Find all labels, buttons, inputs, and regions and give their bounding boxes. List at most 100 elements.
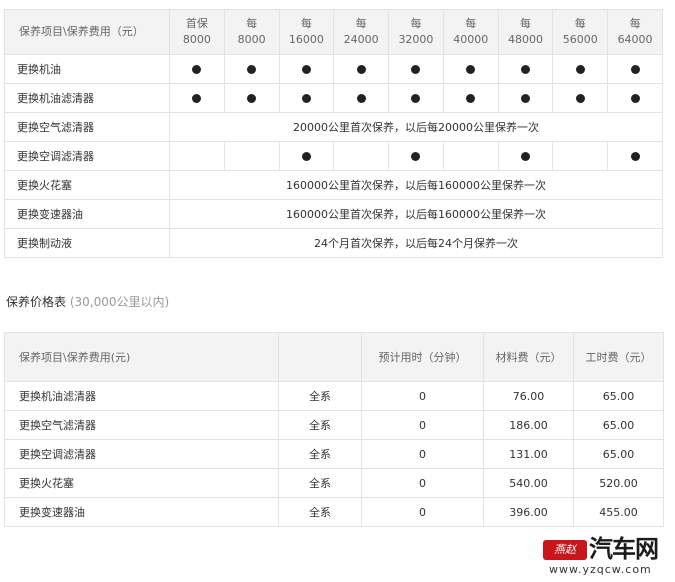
maintenance-dot-icon [630,152,640,161]
site-watermark: 燕赵 汽车网 www.yzqcw.com [543,536,669,578]
schedule-header-col-1: 每 8000 [223,9,280,55]
watermark-seal: 燕赵 [543,540,587,560]
schedule-header-col-3: 每 24000 [333,9,390,55]
schedule-cell [607,141,663,171]
maintenance-dot-icon [356,65,366,74]
price-row: 更换机油滤清器 全系 0 76.00 65.00 [4,381,664,411]
schedule-cell [497,141,554,171]
schedule-note: 160000公里首次保养，以后每160000公里保养一次 [169,199,663,229]
maintenance-dot-icon [411,94,421,103]
schedule-cell [223,54,280,84]
maintenance-dot-icon [356,94,366,103]
schedule-row: 更换空调滤清器 [4,141,663,171]
maintenance-dot-icon [247,94,257,103]
price-table: 保养项目\保养费用(元) 预计用时（分钟） 材料费（元） 工时费（元） 更换机油… [4,332,664,527]
schedule-header-row: 保养项目\保养费用（元） 首保 8000 每 8000 每 16000 每 24000 … [4,9,663,55]
schedule-cell [552,141,609,171]
price-scope: 全系 [278,381,362,411]
col-header-bottom: 56000 [562,33,598,46]
schedule-cell [223,141,280,171]
maintenance-dot-icon [411,65,421,74]
schedule-cell [223,83,280,113]
schedule-row: 更换空气滤清器 20000公里首次保养，以后每20000公里保养一次 [4,112,663,142]
price-header-project: 保养项目\保养费用(元) [4,332,279,382]
schedule-cell [497,54,554,84]
maintenance-dot-icon [466,94,476,103]
maintenance-dot-icon [520,94,530,103]
price-material: 540.00 [483,468,574,498]
maintenance-schedule-table: 保养项目\保养费用（元） 首保 8000 每 8000 每 16000 每 24000 … [4,9,663,258]
schedule-row: 更换制动液 24个月首次保养，以后每24个月保养一次 [4,228,663,258]
schedule-row: 更换火花塞 160000公里首次保养，以后每160000公里保养一次 [4,170,663,200]
schedule-cell [333,54,390,84]
price-section-title: 保养价格表 (30,000公里以内) [6,293,169,310]
col-header-bottom: 40000 [453,33,489,46]
schedule-cell [552,54,609,84]
schedule-cell [442,83,499,113]
schedule-header-col-8: 每 64000 [607,9,663,55]
schedule-row: 更换机油 [4,54,663,84]
col-header-bottom: 24000 [343,33,379,46]
price-time: 0 [361,410,484,440]
price-row: 更换变速器油 全系 0 396.00 455.00 [4,497,664,527]
schedule-cell [552,83,609,113]
col-header-bottom: 32000 [398,33,434,46]
price-header-row: 保养项目\保养费用(元) 预计用时（分钟） 材料费（元） 工时费（元） [4,332,664,382]
price-row: 更换空气滤清器 全系 0 186.00 65.00 [4,410,664,440]
schedule-item-name: 更换空气滤清器 [4,112,170,142]
price-time: 0 [361,381,484,411]
schedule-cell [333,141,390,171]
price-scope: 全系 [278,497,362,527]
price-row: 更换火花塞 全系 0 540.00 520.00 [4,468,664,498]
schedule-item-name: 更换变速器油 [4,199,170,229]
col-header-top: 每 [300,17,312,30]
schedule-item-name: 更换机油滤清器 [4,83,170,113]
price-item-name: 更换机油滤清器 [4,381,279,411]
schedule-header-project: 保养项目\保养费用（元） [4,9,170,55]
price-time: 0 [361,439,484,469]
col-header-bottom: 48000 [507,33,543,46]
price-labor: 455.00 [573,497,664,527]
col-header-top: 每 [410,17,422,30]
maintenance-dot-icon [520,65,530,74]
maintenance-dot-icon [192,94,202,103]
price-labor: 520.00 [573,468,664,498]
schedule-header-col-7: 每 56000 [552,9,609,55]
price-labor: 65.00 [573,439,664,469]
col-header-bottom: 8000 [182,33,211,46]
maintenance-dot-icon [301,94,311,103]
price-labor: 65.00 [573,381,664,411]
maintenance-dot-icon [575,65,585,74]
maintenance-dot-icon [630,94,640,103]
price-row: 更换空调滤清器 全系 0 131.00 65.00 [4,439,664,469]
schedule-cell [607,83,663,113]
schedule-cell [442,54,499,84]
price-labor: 65.00 [573,410,664,440]
maintenance-dot-icon [411,152,421,161]
price-item-name: 更换变速器油 [4,497,279,527]
price-material: 396.00 [483,497,574,527]
schedule-cell [278,54,335,84]
maintenance-dot-icon [192,65,202,74]
col-header-top: 每 [355,17,367,30]
schedule-item-name: 更换机油 [4,54,170,84]
schedule-header-col-5: 每 40000 [442,9,499,55]
price-title: 保养价格表 [6,295,67,309]
price-body: 更换机油滤清器 全系 0 76.00 65.00 更换空气滤清器 全系 0 186.00 65.0… [4,381,664,527]
schedule-cell [169,83,225,113]
schedule-cell [278,83,335,113]
maintenance-dot-icon [575,94,585,103]
schedule-header-col-4: 每 32000 [388,9,444,55]
price-item-name: 更换火花塞 [4,468,279,498]
col-header-top: 首保 [185,17,208,30]
schedule-cell [333,83,390,113]
schedule-cell [388,83,444,113]
col-header-top: 每 [465,17,477,30]
price-header-scope [278,332,362,382]
schedule-note: 160000公里首次保养，以后每160000公里保养一次 [169,170,663,200]
schedule-cell [278,141,335,171]
schedule-note: 24个月首次保养，以后每24个月保养一次 [169,228,663,258]
col-header-top: 每 [519,17,531,30]
price-subtitle: (30,000公里以内) [69,295,170,309]
schedule-body: 更换机油 更换机油滤清器 更换空气滤清器 20000公里首次保养，以后每20000公里… [4,54,663,258]
